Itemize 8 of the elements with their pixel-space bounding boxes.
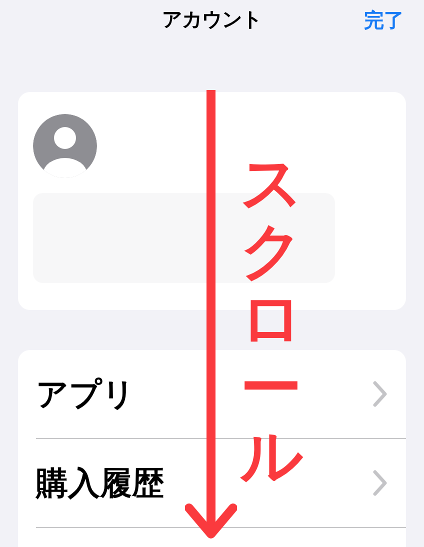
menu-item[interactable]: 購入履歴 — [36, 459, 164, 507]
annotation-text: スクロール — [240, 150, 302, 491]
screen-title: アカウント — [162, 8, 262, 33]
chevron-icon — [372, 380, 388, 408]
done-button[interactable]: 完了 — [364, 6, 404, 36]
menu-item[interactable]: アプリ — [36, 370, 135, 418]
chevron-icon — [372, 469, 388, 497]
avatar-icon — [33, 114, 97, 178]
